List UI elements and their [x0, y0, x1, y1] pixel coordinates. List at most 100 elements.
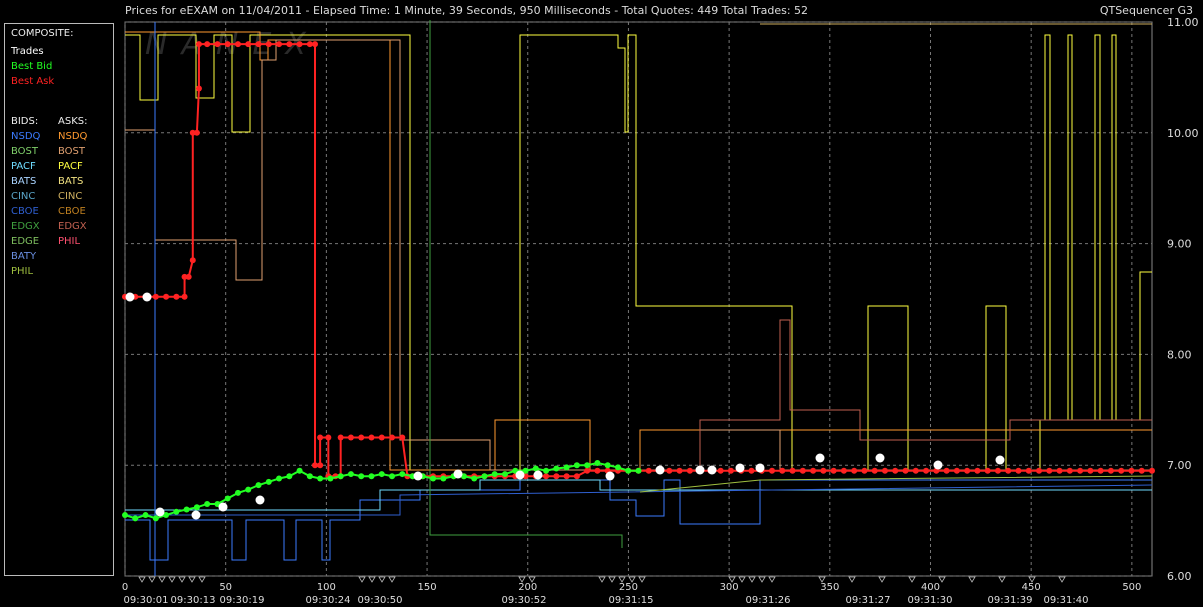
ask-legend-item: PHIL — [58, 236, 81, 247]
series-point — [1087, 467, 1094, 474]
bid-legend-item: CINC — [11, 191, 36, 202]
trade-marker — [815, 453, 825, 463]
series-point — [311, 41, 318, 48]
series-point — [604, 462, 611, 469]
time-label: 09:30:52 — [502, 595, 547, 606]
series-point — [358, 473, 365, 480]
series-point — [173, 508, 180, 515]
series-point — [189, 257, 196, 264]
time-tick-marker — [178, 576, 186, 583]
time-tick-marker — [998, 576, 1006, 583]
series-point — [1056, 467, 1063, 474]
trade-marker — [655, 465, 665, 475]
series-point — [163, 293, 170, 300]
series-point — [224, 495, 231, 502]
exchange-quote-line — [125, 34, 1152, 471]
x-tick-label: 500 — [1122, 582, 1141, 593]
series-point — [1066, 467, 1073, 474]
series-point — [820, 467, 827, 474]
trade-marker — [735, 463, 745, 473]
bid-legend-item: BATY — [11, 251, 37, 262]
series-point — [871, 467, 878, 474]
series-point — [1046, 467, 1053, 474]
bid-legend-item: EDGE — [11, 236, 40, 247]
series-point — [645, 467, 652, 474]
series-point — [389, 434, 396, 441]
trade-marker — [191, 510, 201, 520]
series-point — [311, 462, 318, 469]
exchange-quote-line — [125, 39, 1152, 471]
series-point — [337, 473, 344, 480]
trade-marker — [755, 463, 765, 473]
time-tick-marker — [608, 576, 616, 583]
series-point — [193, 504, 200, 511]
time-label: 09:30:24 — [306, 595, 351, 606]
series-point — [881, 467, 888, 474]
series-point — [892, 467, 899, 474]
series-point — [1118, 467, 1125, 474]
series-point — [317, 475, 324, 482]
time-label: 09:30:13 — [171, 595, 216, 606]
series-point — [368, 434, 375, 441]
trade-marker — [255, 495, 265, 505]
time-label: 09:31:39 — [988, 595, 1033, 606]
series-point — [296, 41, 303, 48]
legend-panel: COMPOSITE: Trades Best Bid Best Ask BIDS… — [4, 23, 114, 576]
bid-legend-item: CBOE — [11, 206, 39, 217]
series-point — [594, 459, 601, 466]
series-point — [1107, 467, 1114, 474]
series-point — [491, 471, 498, 478]
series-point — [325, 434, 332, 441]
x-tick-label: 200 — [518, 582, 537, 593]
bid-legend-item: PACF — [11, 161, 36, 172]
series-point — [779, 467, 786, 474]
bid-legend-item: BATS — [11, 176, 37, 187]
series-point — [676, 467, 683, 474]
series-point — [923, 467, 930, 474]
bids-heading: BIDS: — [11, 116, 39, 127]
series-point — [183, 506, 190, 513]
series-point — [471, 475, 478, 482]
series-point — [573, 462, 580, 469]
series-point — [255, 482, 262, 489]
time-label: 09:31:40 — [1044, 595, 1089, 606]
time-label: 09:30:01 — [124, 595, 169, 606]
series-point — [181, 293, 188, 300]
series-point — [1005, 467, 1012, 474]
series-point — [358, 434, 365, 441]
trade-marker — [995, 455, 1005, 465]
series-point — [686, 467, 693, 474]
ask-legend-item: BATS — [58, 176, 84, 187]
series-point — [553, 465, 560, 472]
time-label: 09:30:50 — [358, 595, 403, 606]
series-point — [193, 129, 200, 136]
trade-marker — [413, 471, 423, 481]
price-chart: NANEX6.007.008.009.0010.0011.000 50 100 150… — [122, 16, 1199, 606]
series-point — [563, 473, 570, 480]
y-tick-label: 6.00 — [1167, 570, 1192, 583]
exchange-quote-line — [125, 479, 1152, 511]
series-point — [378, 434, 385, 441]
series-point — [1025, 467, 1032, 474]
trade-marker — [125, 292, 135, 302]
time-tick-marker — [138, 576, 146, 583]
series-point — [286, 41, 293, 48]
series-point — [430, 475, 437, 482]
series-point — [902, 467, 909, 474]
time-label: 09:30:19 — [220, 595, 265, 606]
series-point — [245, 41, 252, 48]
time-label: 09:31:15 — [609, 595, 654, 606]
asks-heading: ASKS: — [58, 116, 88, 127]
ask-legend-item: PACF — [58, 161, 83, 172]
time-tick-marker — [158, 576, 166, 583]
series-point — [327, 475, 334, 482]
x-tick-label: 400 — [921, 582, 940, 593]
series-point — [748, 467, 755, 474]
x-tick-label: 300 — [720, 582, 739, 593]
time-tick-marker — [598, 576, 606, 583]
series-point — [614, 464, 621, 471]
series-point — [851, 467, 858, 474]
series-point — [195, 85, 202, 92]
series-point — [265, 41, 272, 48]
series-point — [224, 41, 231, 48]
